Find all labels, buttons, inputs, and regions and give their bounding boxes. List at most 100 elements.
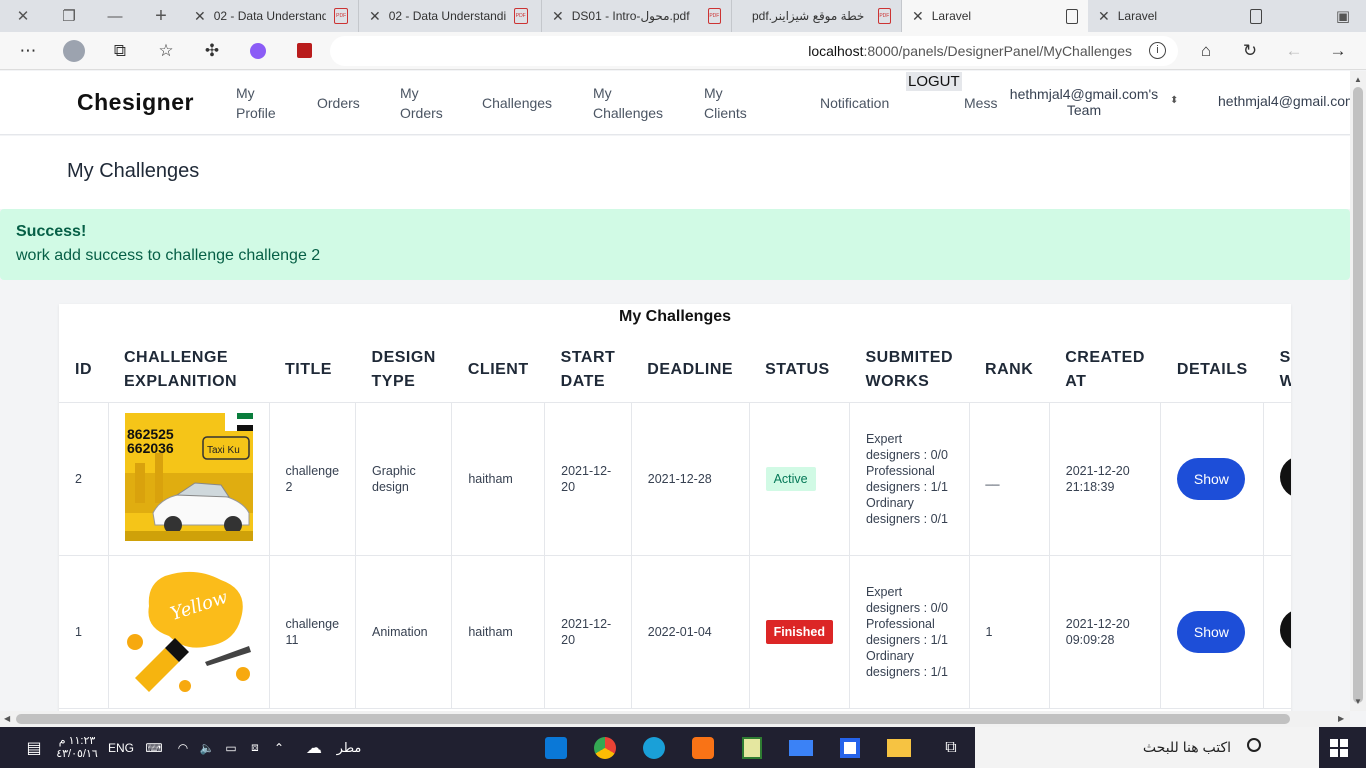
browser-tab[interactable]: ✕ Laravel [1088,0,1272,32]
nav-my-challenges[interactable]: My Challenges [593,83,673,123]
refresh-icon[interactable]: ↻ [1227,32,1273,70]
cell-image[interactable]: 862525 662036 Taxi Ku [108,402,270,556]
page-viewport: Chesigner My Profile Orders My Orders Chal… [0,71,1350,711]
notifications-icon[interactable]: ▤ [20,727,48,768]
column-header: STATUS [749,338,850,403]
file-explorer-icon[interactable] [883,727,915,768]
nav-challenges[interactable]: Challenges [482,93,552,113]
profile-avatar-icon[interactable] [51,32,97,70]
nav-my-clients[interactable]: My Clients [704,83,764,123]
user-menu[interactable]: hethmjal4@gmail.com [1218,93,1350,109]
favorites-icon[interactable]: ☆ [143,32,189,70]
cell-image[interactable]: Yellow [108,555,270,709]
weather-text[interactable]: مطر [334,727,364,768]
browser-tab[interactable]: pdf.خطة موقع شيزاينر PDF [732,0,902,32]
scroll-left-icon[interactable]: ◀ [4,714,10,723]
close-tab-icon[interactable]: ✕ [552,8,564,25]
extension-save-icon[interactable] [281,32,327,70]
submit-work-button[interactable] [1280,455,1291,498]
yellow-nail-polish-image[interactable]: Yellow [124,565,253,694]
mail-icon[interactable] [785,727,817,768]
url-host: localhost [808,43,864,59]
address-input[interactable]: localhost:8000/panels/DesignerPanel/MyCh… [330,36,1178,66]
cell-title: challenge 11 [269,555,357,709]
cell-created-at: 2021-12-20 09:09:28 [1049,555,1162,709]
language-indicator[interactable]: ENG [106,727,136,768]
table-row: 2 862525 662036 Taxi Ku challenge 2 Grap… [59,402,1291,556]
vscode-icon[interactable] [540,727,572,768]
chrome-icon[interactable] [589,727,621,768]
show-hidden-icons[interactable]: ⌃ [268,727,290,768]
clock-date: ٤٣/٠٥/١٦ [56,747,98,760]
cell-status: Finished [749,555,850,709]
browser-tab-active[interactable]: ✕ Laravel [902,0,1088,32]
xampp-icon[interactable] [687,727,719,768]
scroll-right-icon[interactable]: ▶ [1338,714,1344,723]
volume-icon[interactable]: 🔈 [196,727,218,768]
site-navbar: Chesigner My Profile Orders My Orders Chal… [0,71,1350,135]
keyboard-icon[interactable]: ⌨ [142,727,166,768]
extension-purple-icon[interactable] [235,32,281,70]
browser-tab[interactable]: ✕ DS01 - Intro-محول.pdf PDF [542,0,732,32]
nav-my-orders[interactable]: My Orders [400,83,450,123]
extensions-icon[interactable]: ✣ [189,32,235,70]
site-info-icon[interactable]: i [1149,42,1166,59]
windows-start-icon[interactable] [1330,739,1348,757]
status-badge: Active [765,466,816,491]
system-icon[interactable]: ⧈ [244,727,266,768]
browser-tab[interactable]: ✕ 02 - Data Understandi PDF [184,0,359,32]
cell-title: challenge 2 [269,402,357,556]
scroll-down-icon[interactable]: ▼ [1354,697,1362,706]
minimize-window-icon[interactable]: — [92,0,138,32]
table-caption: My Challenges [618,308,732,325]
store-icon[interactable] [834,727,866,768]
logout-button[interactable]: LOGUT [906,72,962,91]
nav-notification[interactable]: Notification [820,93,889,113]
close-tab-icon[interactable]: ✕ [369,8,381,25]
cell-details: Show [1160,402,1265,556]
scrollbar-thumb[interactable] [1353,87,1363,703]
spreadsheet-icon[interactable] [736,727,768,768]
restore-window-icon[interactable]: ❐ [46,0,92,32]
task-view-icon[interactable]: ⧉ [935,727,967,768]
scroll-up-icon[interactable]: ▲ [1354,75,1362,84]
show-button[interactable]: Show [1177,457,1246,500]
clock[interactable]: ١١:٢٣ م ٤٣/٠٥/١٦ [52,727,102,768]
site-logo[interactable]: Chesigner [77,89,194,116]
nav-messages[interactable]: Mess [964,93,997,113]
home-icon[interactable]: ⌂ [1183,32,1229,70]
battery-icon[interactable]: ▭ [220,727,242,768]
taxi-kuwait-image[interactable]: 862525 662036 Taxi Ku [124,412,253,541]
scrollbar-thumb[interactable] [16,714,1290,724]
edge-icon[interactable] [638,727,670,768]
new-tab-icon[interactable]: + [138,0,184,32]
chevron-updown-icon[interactable]: ⬍ [1170,95,1178,106]
nav-my-profile[interactable]: My Profile [236,83,286,123]
cell-deadline: 2021-12-28 [631,402,750,556]
cell-id: 1 [59,555,109,709]
close-tab-icon[interactable]: ✕ [912,8,924,25]
browser-tab[interactable]: ✕ 02 - Data Understandi PDF [359,0,542,32]
windows-taskbar: ▤ ١١:٢٣ م ٤٣/٠٥/١٦ ENG ⌨ ◠ 🔈 ▭ ⧈ ⌃ ☁ مطر… [0,727,1366,768]
cell-client: haitham [451,555,546,709]
submit-work-button[interactable] [1280,608,1291,651]
challenges-table: ID CHALLENGE EXPLANITION TITLE DESIGN TYPE… [59,338,1291,709]
taskbar-search-box[interactable]: اكتب هنا للبحث [975,727,1319,768]
column-header: TITLE [269,338,356,403]
back-icon[interactable]: ← [1271,32,1317,70]
tab-actions-icon[interactable]: ▣ [1320,0,1366,32]
close-tab-icon[interactable]: ✕ [1098,8,1110,25]
more-options-icon[interactable]: ⋯ [5,32,51,70]
wifi-icon[interactable]: ◠ [172,727,194,768]
forward-icon[interactable]: → [1315,32,1361,70]
close-window-icon[interactable]: ✕ [0,0,46,32]
collections-icon[interactable]: ⧉ [97,32,143,70]
show-button[interactable]: Show [1177,610,1246,653]
weather-icon[interactable]: ☁ [300,727,328,768]
team-switcher[interactable]: hethmjal4@gmail.com's Team [1008,86,1160,118]
vertical-scrollbar[interactable]: ▲ ▼ [1350,71,1366,711]
horizontal-scrollbar[interactable]: ◀ ▶ [0,711,1350,727]
close-tab-icon[interactable]: ✕ [194,8,206,25]
nav-orders[interactable]: Orders [317,93,360,113]
column-header: DETAILS [1160,338,1264,403]
